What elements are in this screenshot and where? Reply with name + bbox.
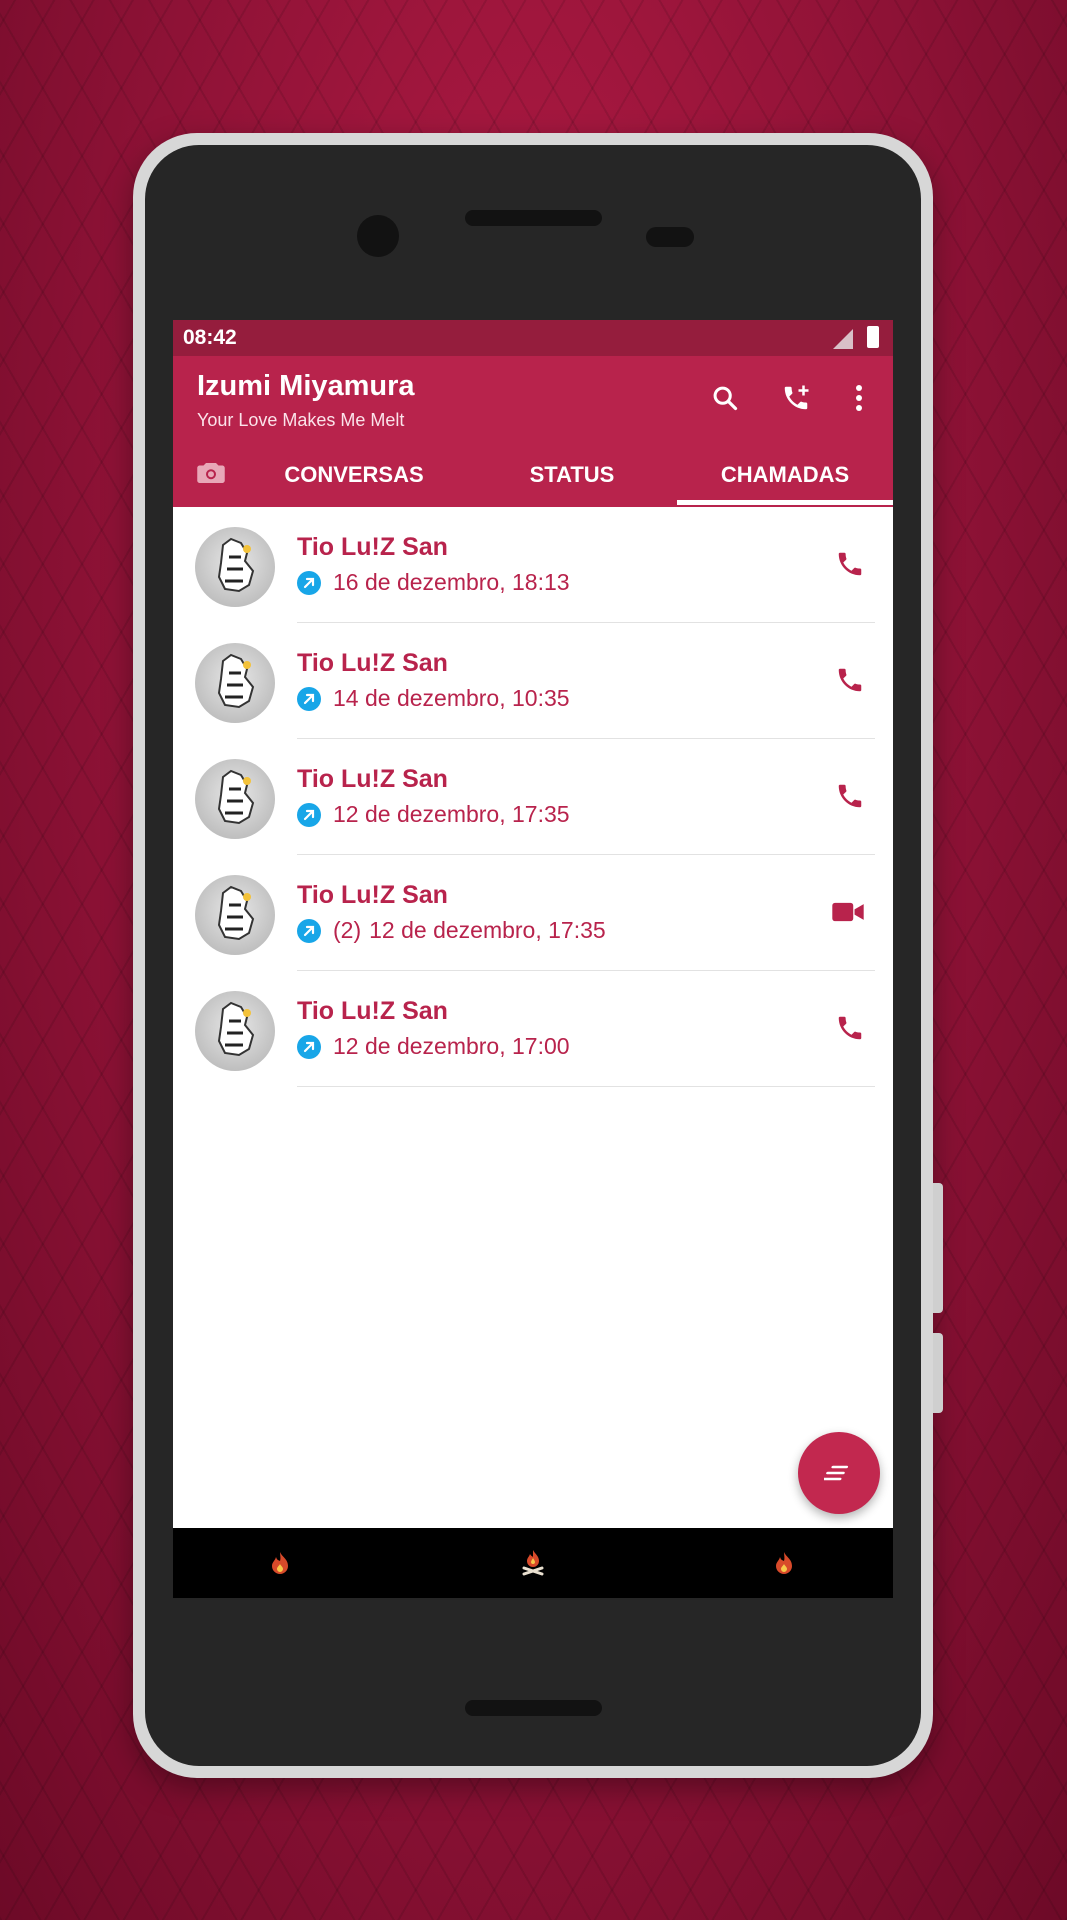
call-row[interactable]: Tio Lu!Z San (2) 12 de dezembro, 17:35 bbox=[173, 855, 893, 971]
call-row[interactable]: Tio Lu!Z San 12 de dezembro, 17:00 bbox=[173, 971, 893, 1087]
caller-name: Tio Lu!Z San bbox=[297, 765, 448, 793]
flame-back-icon[interactable] bbox=[265, 1548, 295, 1578]
screen: 08:42 Izumi Miyamura Your Love Makes Me … bbox=[173, 320, 893, 1598]
avatar bbox=[195, 527, 275, 607]
battery-icon bbox=[867, 326, 879, 348]
call-row[interactable]: Tio Lu!Z San 14 de dezembro, 10:35 bbox=[173, 623, 893, 739]
avatar bbox=[195, 643, 275, 723]
call-meta: 16 de dezembro, 18:13 bbox=[297, 569, 570, 596]
call-count: (2) bbox=[333, 917, 362, 943]
phone-call-icon[interactable] bbox=[835, 665, 865, 700]
call-meta: 12 de dezembro, 17:35 bbox=[297, 801, 570, 828]
video-call-icon[interactable] bbox=[831, 899, 865, 930]
phone-call-icon[interactable] bbox=[835, 781, 865, 816]
flame-recents-icon[interactable] bbox=[769, 1548, 799, 1578]
power-button bbox=[933, 1333, 943, 1413]
outgoing-arrow-icon bbox=[297, 686, 321, 711]
signal-icon bbox=[833, 329, 853, 349]
avatar bbox=[195, 759, 275, 839]
menu-lines-icon bbox=[824, 1465, 849, 1481]
caller-name: Tio Lu!Z San bbox=[297, 881, 448, 909]
search-icon[interactable] bbox=[705, 378, 745, 418]
new-call-fab[interactable] bbox=[798, 1432, 880, 1514]
call-datetime: 16 de dezembro, 18:13 bbox=[333, 569, 570, 595]
earpiece-speaker bbox=[465, 210, 602, 226]
call-meta: (2) 12 de dezembro, 17:35 bbox=[297, 917, 606, 944]
tab-status[interactable]: STATUS bbox=[465, 462, 679, 488]
camera-tab-icon[interactable] bbox=[191, 460, 231, 492]
phone-call-icon[interactable] bbox=[835, 1013, 865, 1048]
more-vert-icon[interactable] bbox=[839, 378, 879, 418]
outgoing-arrow-icon bbox=[297, 570, 321, 595]
call-meta: 14 de dezembro, 10:35 bbox=[297, 685, 570, 712]
add-call-icon[interactable] bbox=[776, 378, 816, 418]
proximity-sensor bbox=[646, 227, 694, 247]
outgoing-arrow-icon bbox=[297, 918, 321, 943]
call-row[interactable]: Tio Lu!Z San 12 de dezembro, 17:35 bbox=[173, 739, 893, 855]
call-row[interactable]: Tio Lu!Z San 16 de dezembro, 18:13 bbox=[173, 507, 893, 623]
nav-bar bbox=[173, 1528, 893, 1598]
app-subtitle: Your Love Makes Me Melt bbox=[197, 410, 405, 430]
outgoing-arrow-icon bbox=[297, 802, 321, 827]
row-divider bbox=[297, 1086, 875, 1087]
outgoing-arrow-icon bbox=[297, 1034, 321, 1059]
campfire-home-icon[interactable] bbox=[518, 1548, 548, 1578]
bottom-speaker bbox=[465, 1700, 602, 1716]
status-bar: 08:42 bbox=[173, 320, 893, 356]
app-title: Izumi Miyamura bbox=[197, 370, 415, 402]
phone-call-icon[interactable] bbox=[835, 549, 865, 584]
avatar bbox=[195, 875, 275, 955]
tab-indicator bbox=[677, 500, 893, 505]
caller-name: Tio Lu!Z San bbox=[297, 649, 448, 677]
tab-conversas[interactable]: CONVERSAS bbox=[247, 462, 461, 488]
caller-name: Tio Lu!Z San bbox=[297, 533, 448, 561]
volume-button bbox=[933, 1183, 943, 1313]
avatar bbox=[195, 991, 275, 1071]
call-datetime: 14 de dezembro, 10:35 bbox=[333, 685, 570, 711]
front-camera bbox=[357, 215, 399, 257]
status-time: 08:42 bbox=[183, 326, 237, 349]
caller-name: Tio Lu!Z San bbox=[297, 997, 448, 1025]
app-bar: Izumi Miyamura Your Love Makes Me Melt C… bbox=[173, 356, 893, 507]
call-datetime: 12 de dezembro, 17:00 bbox=[333, 1033, 570, 1059]
call-datetime: 12 de dezembro, 17:35 bbox=[369, 917, 606, 943]
call-meta: 12 de dezembro, 17:00 bbox=[297, 1033, 570, 1060]
call-datetime: 12 de dezembro, 17:35 bbox=[333, 801, 570, 827]
tab-chamadas[interactable]: CHAMADAS bbox=[677, 462, 893, 488]
